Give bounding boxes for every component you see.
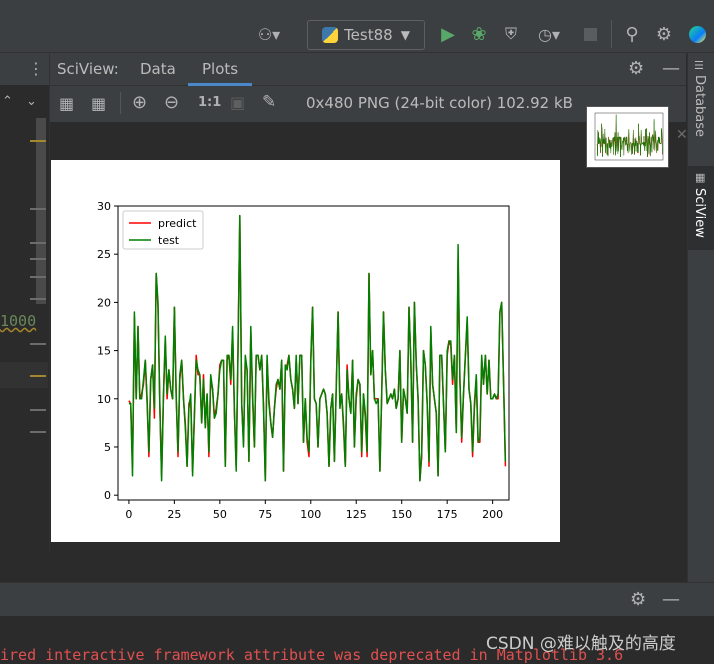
tab-plots[interactable]: Plots [188,60,253,86]
y-tick-label: 20 [97,296,111,309]
y-tick-label: 10 [97,393,111,406]
warning-marker[interactable] [30,375,46,377]
fit-to-screen-icon[interactable]: ▦ [59,94,74,113]
gear-icon: ⚙ [655,23,673,45]
zoom-in-icon[interactable]: ⊕ [132,92,147,113]
image-icon[interactable]: ▣ [230,93,245,112]
gutter-marker[interactable] [30,258,46,260]
series-line-test [128,214,507,482]
sciview-title: SciView: [57,60,119,78]
right-tool-window-bar: ☰ Database ▦ SciView [687,53,714,661]
chevron-down-icon[interactable]: ⌄ [26,94,37,109]
gutter-marker[interactable] [30,242,46,244]
legend-label-test: test [158,234,180,247]
run-configuration-selector[interactable]: Test88 ▼ [307,20,425,50]
debug-button[interactable]: ❀ [468,22,490,46]
coverage-button[interactable]: ⛨ [500,22,522,46]
line-chart: 0 25 50 75 100 125 150 175 200 0 5 10 15 20 25 30 predi… [97,200,510,521]
stop-icon [583,27,597,41]
sidebar-item-label: Database [692,75,707,138]
warning-marker[interactable] [30,140,46,142]
x-tick-label: 0 [125,508,132,521]
image-file-info: 0x480 PNG (24-bit color) 102.92 kB [306,94,573,112]
main-toolbar: ⚇▾ Test88 ▼ ▶ ❀ ⛨ ◷▾ ⚲ ⚙ [0,0,714,53]
gear-icon[interactable]: ⚙ [628,58,644,79]
settings-button[interactable]: ⚙ [652,22,676,46]
tab-data[interactable]: Data [140,60,176,78]
editor-gutter-header: ⋮ [0,53,49,85]
y-tick-label: 15 [97,345,111,358]
profiler-icon: ◷▾ [538,24,560,44]
sidebar-item-database[interactable]: ☰ Database [692,59,712,159]
zoom-out-icon[interactable]: ⊖ [164,92,179,113]
grid-icon[interactable]: ▦ [91,94,106,113]
x-tick-label: 75 [258,508,272,521]
gutter-marker[interactable] [30,276,46,278]
y-tick-label: 0 [104,489,111,502]
sciview-icon: ▦ [695,171,706,184]
y-tick-label: 30 [97,200,111,213]
chevron-up-icon[interactable]: ⌃ [2,94,13,109]
run-button[interactable]: ▶ [437,22,459,46]
plot-figure: 0 25 50 75 100 125 150 175 200 0 5 10 15 20 25 30 predi… [51,160,560,542]
x-tick-label: 175 [437,508,458,521]
y-tick-label: 5 [104,441,111,454]
user-account-button[interactable]: ⚇▾ [252,22,286,46]
more-options-icon[interactable]: ⋮ [28,59,44,78]
x-tick-label: 25 [167,508,181,521]
actual-size-button[interactable]: 1:1 [198,95,221,110]
plugin-button[interactable] [686,22,708,46]
sidebar-item-label: SciView [692,188,707,238]
database-icon: ☰ [694,59,704,72]
minimize-icon[interactable]: — [662,58,680,79]
gutter-marker[interactable] [30,343,46,345]
gear-icon[interactable]: ⚙ [630,589,646,610]
python-icon [322,27,339,43]
x-tick-label: 50 [213,508,227,521]
run-configuration-label: Test88 [344,26,393,44]
x-tick-label: 100 [300,508,321,521]
chevron-down-icon: ▼ [400,28,410,42]
gutter-marker[interactable] [30,298,46,300]
x-tick-label: 200 [482,508,503,521]
bug-icon: ❀ [471,23,487,45]
bottom-tool-window-header: ⚙ — [0,582,714,617]
shield-run-icon: ⛨ [504,24,517,43]
toolbar-divider [611,20,612,48]
y-tick-label: 25 [97,248,111,261]
x-tick-label: 125 [346,508,367,521]
user-icon: ⚇▾ [257,24,281,44]
play-icon: ▶ [441,23,455,45]
search-icon: ⚲ [625,23,639,45]
minimize-icon[interactable]: — [662,589,680,610]
plugin-logo-icon [688,25,706,43]
sidebar-item-sciview[interactable]: ▦ SciView [688,166,714,250]
profile-button[interactable]: ◷▾ [531,22,567,46]
gutter-navigation: ⌃ ⌄ [0,92,48,116]
color-picker-icon[interactable]: ✎ [262,92,276,112]
sciview-header: SciView: Data Plots ⚙ — [50,53,686,86]
gutter-marker[interactable] [30,409,46,411]
gutter-marker[interactable] [30,208,46,210]
x-tick-label: 150 [391,508,412,521]
watermark-text: CSDN @难以触及的高度 [486,634,676,654]
stop-button[interactable] [580,24,600,44]
plot-thumbnail[interactable] [586,106,669,168]
thumbnail-chart [594,112,664,161]
toolbar-divider [120,92,121,114]
close-icon[interactable]: ✕ [676,127,688,143]
legend-label-predict: predict [158,217,197,230]
code-line-text: 1000 [0,312,37,330]
search-button[interactable]: ⚲ [620,22,644,46]
gutter-marker[interactable] [30,431,46,433]
